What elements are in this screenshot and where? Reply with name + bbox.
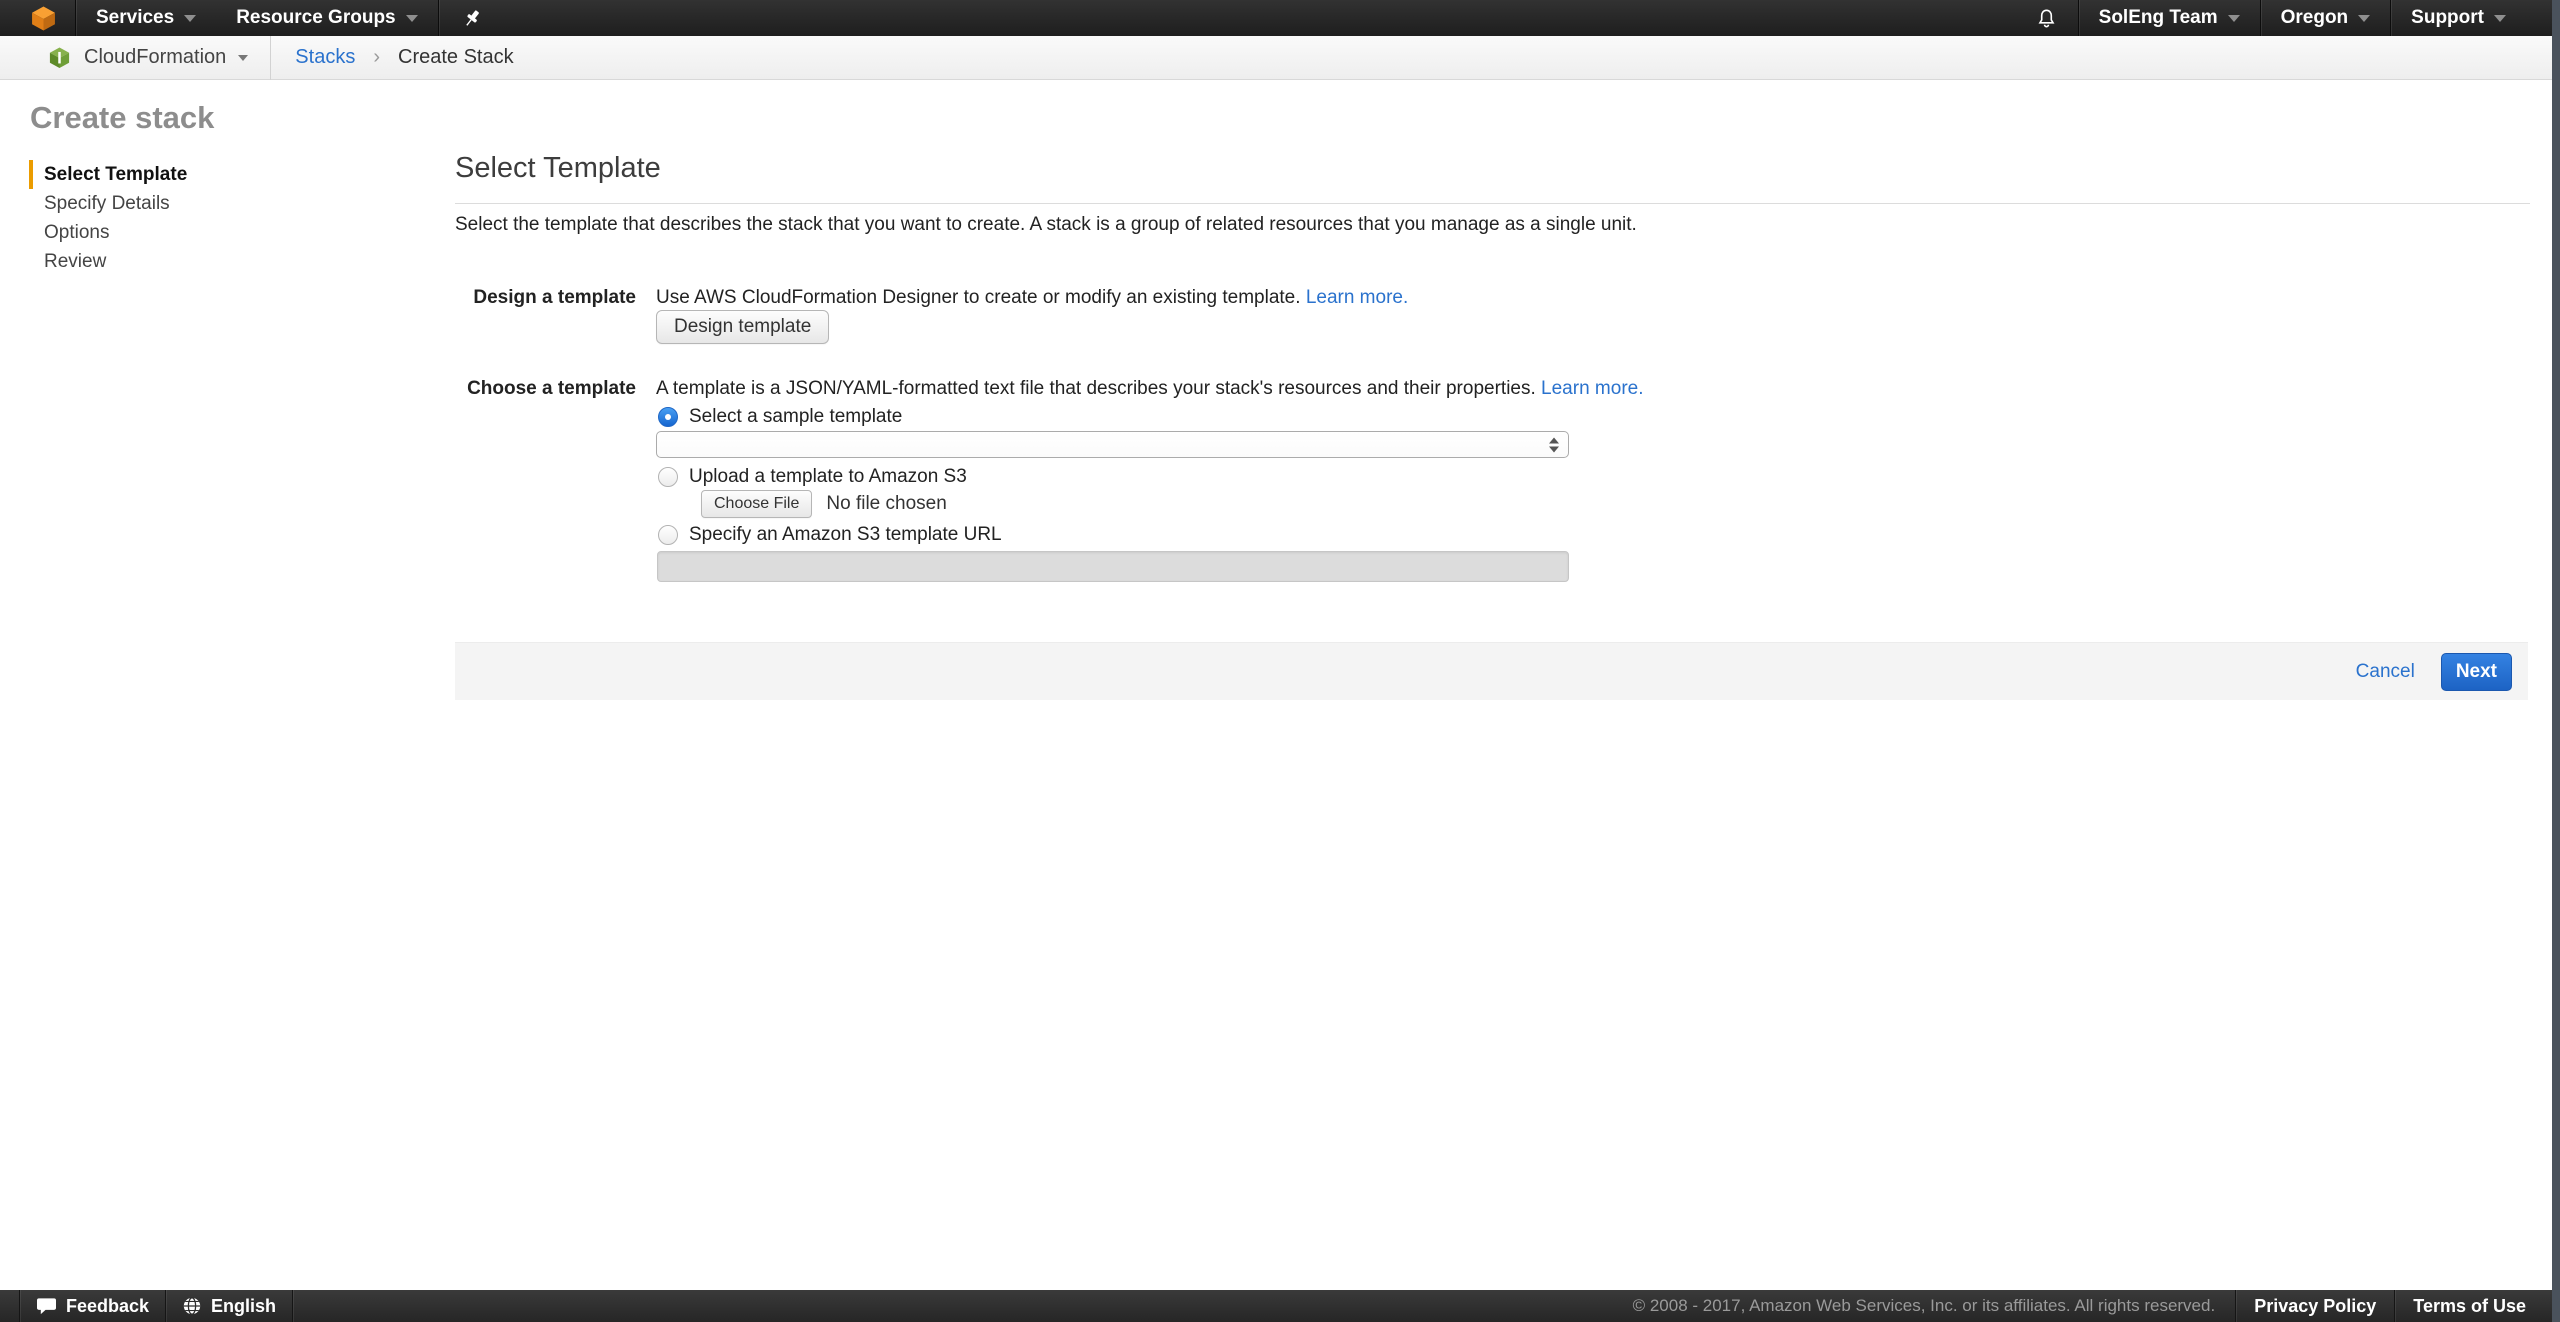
- design-learn-more-link[interactable]: Learn more.: [1306, 287, 1408, 308]
- radio-selected-icon[interactable]: [658, 407, 678, 427]
- wizard-step-options[interactable]: Options: [29, 218, 187, 247]
- template-url-input[interactable]: [657, 551, 1569, 582]
- radio-option-template-url[interactable]: Specify an Amazon S3 template URL: [658, 524, 1002, 546]
- service-name: CloudFormation: [84, 46, 226, 69]
- language-button[interactable]: English: [166, 1290, 292, 1322]
- nav-resource-groups-menu[interactable]: Resource Groups: [216, 0, 437, 36]
- breadcrumb-separator: ›: [373, 46, 380, 69]
- next-button[interactable]: Next: [2441, 653, 2512, 691]
- choose-template-description: A template is a JSON/YAML-formatted text…: [656, 378, 1644, 400]
- divider: [270, 36, 271, 80]
- top-nav-right: SolEng Team Oregon Support: [2015, 0, 2560, 36]
- file-upload-control: Choose File No file chosen: [701, 490, 947, 518]
- aws-cube-icon: [30, 5, 57, 32]
- cancel-button[interactable]: Cancel: [2356, 661, 2415, 683]
- footer-right: © 2008 - 2017, Amazon Web Services, Inc.…: [1613, 1290, 2560, 1322]
- wizard-action-bar: Cancel Next: [455, 642, 2528, 700]
- copyright-text: © 2008 - 2017, Amazon Web Services, Inc.…: [1613, 1296, 2236, 1316]
- radio-unselected-icon[interactable]: [658, 525, 678, 545]
- nav-region-label: Oregon: [2281, 7, 2349, 29]
- bell-icon[interactable]: [2015, 7, 2078, 30]
- chevron-down-icon: [2358, 15, 2370, 22]
- chevron-down-icon: [406, 15, 418, 22]
- globe-icon: [182, 1296, 202, 1316]
- wizard-step-specify-details[interactable]: Specify Details: [29, 189, 187, 218]
- chevron-down-icon: [184, 15, 196, 22]
- radio-unselected-icon[interactable]: [658, 467, 678, 487]
- nav-services-menu[interactable]: Services: [76, 0, 216, 36]
- top-nav-bar: Services Resource Groups SolEng Team: [0, 0, 2560, 36]
- design-template-label: Design a template: [455, 287, 636, 309]
- pin-icon[interactable]: [439, 7, 505, 29]
- terms-of-use-link[interactable]: Terms of Use: [2395, 1296, 2544, 1317]
- cloudformation-icon: [48, 46, 71, 69]
- radio-option-upload-s3[interactable]: Upload a template to Amazon S3: [658, 466, 967, 488]
- section-heading: Select Template: [455, 152, 661, 185]
- radio-label: Specify an Amazon S3 template URL: [689, 524, 1002, 546]
- choose-file-button[interactable]: Choose File: [701, 490, 812, 518]
- radio-label: Upload a template to Amazon S3: [689, 466, 967, 488]
- feedback-label: Feedback: [66, 1296, 149, 1317]
- speech-bubble-icon: [36, 1297, 57, 1316]
- file-status-text: No file chosen: [826, 493, 946, 515]
- section-intro: Select the template that describes the s…: [455, 214, 1637, 236]
- divider: [292, 1290, 293, 1322]
- design-template-description: Use AWS CloudFormation Designer to creat…: [656, 287, 1408, 309]
- nav-region-menu[interactable]: Oregon: [2261, 0, 2391, 36]
- radio-option-sample-template[interactable]: Select a sample template: [658, 406, 902, 428]
- footer-bar: Feedback English © 2008 - 2017, Amazon W…: [0, 1290, 2560, 1322]
- radio-label: Select a sample template: [689, 406, 902, 428]
- wizard-steps: Select Template Specify Details Options …: [29, 160, 187, 276]
- aws-logo-icon[interactable]: [30, 5, 57, 32]
- privacy-policy-link[interactable]: Privacy Policy: [2236, 1296, 2394, 1317]
- wizard-step-review[interactable]: Review: [29, 247, 187, 276]
- choose-template-label: Choose a template: [455, 378, 636, 400]
- chevron-down-icon: [2494, 15, 2506, 22]
- nav-account-label: SolEng Team: [2099, 7, 2218, 29]
- divider: [455, 203, 2530, 204]
- nav-services-label: Services: [96, 7, 174, 29]
- wizard-step-select-template[interactable]: Select Template: [29, 160, 187, 189]
- service-dropdown[interactable]: CloudFormation: [48, 46, 248, 69]
- nav-account-menu[interactable]: SolEng Team: [2079, 0, 2260, 36]
- chevron-down-icon: [2228, 15, 2240, 22]
- chevron-down-icon: [238, 55, 248, 61]
- choose-learn-more-link[interactable]: Learn more.: [1541, 378, 1643, 399]
- feedback-button[interactable]: Feedback: [20, 1290, 165, 1322]
- design-template-button[interactable]: Design template: [656, 310, 829, 344]
- language-label: English: [211, 1296, 276, 1317]
- nav-support-menu[interactable]: Support: [2391, 0, 2526, 36]
- sample-template-select[interactable]: [656, 431, 1569, 458]
- page-title: Create stack: [30, 100, 214, 136]
- nav-resource-groups-label: Resource Groups: [236, 7, 395, 29]
- scrollbar[interactable]: [2552, 0, 2560, 1322]
- breadcrumb-stacks-link[interactable]: Stacks: [295, 46, 355, 69]
- breadcrumb: CloudFormation Stacks › Create Stack: [0, 36, 2560, 80]
- nav-support-label: Support: [2411, 7, 2484, 29]
- breadcrumb-current: Create Stack: [398, 46, 514, 69]
- select-stepper-icon: [1549, 437, 1559, 452]
